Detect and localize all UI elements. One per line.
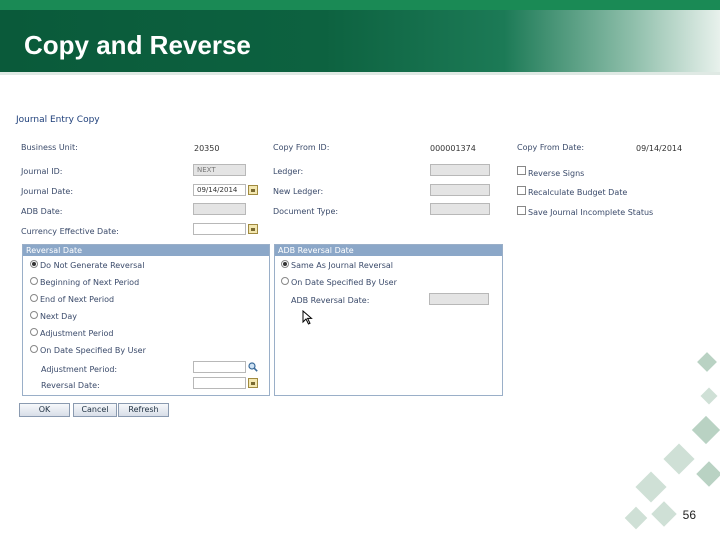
reversal-option-radio[interactable] — [30, 345, 38, 353]
decorative-diamond — [700, 387, 718, 405]
adb-date-field[interactable] — [193, 203, 246, 215]
calendar-icon[interactable] — [248, 224, 258, 234]
reverse-signs-checkbox[interactable] — [517, 166, 526, 175]
save-incomplete-label: Save Journal Incomplete Status — [528, 208, 654, 217]
adjustment-period-field[interactable] — [193, 361, 246, 373]
reversal-option-radio[interactable] — [30, 311, 38, 319]
decorative-diamond — [635, 471, 667, 503]
reversal-option-radio[interactable] — [30, 260, 38, 268]
reversal-option-label: Beginning of Next Period — [40, 278, 140, 287]
adb-reversal-option-radio[interactable] — [281, 260, 289, 268]
adb-reversal-date-field[interactable] — [429, 293, 489, 305]
form-heading: Journal Entry Copy — [16, 115, 100, 125]
reversal-option-radio[interactable] — [30, 277, 38, 285]
reversal-option-label: End of Next Period — [40, 295, 115, 304]
recalculate-budget-label: Recalculate Budget Date — [528, 188, 628, 197]
copy-from-date-label: Copy From Date: — [517, 143, 585, 152]
save-incomplete-checkbox[interactable] — [517, 206, 526, 215]
adb-reversal-date-label: ADB Reversal Date: — [291, 296, 370, 305]
business-unit-label: Business Unit: — [21, 143, 78, 152]
document-type-label: Document Type: — [273, 207, 339, 216]
decorative-diamond — [663, 443, 695, 475]
journal-date-field[interactable]: 09/14/2014 — [193, 184, 246, 196]
decorative-diamond — [624, 506, 648, 530]
currency-effective-date-label: Currency Effective Date: — [21, 227, 119, 236]
ledger-field[interactable] — [430, 164, 490, 176]
reversal-option-radio[interactable] — [30, 328, 38, 336]
page-number: 56 — [682, 508, 696, 522]
currency-effective-date-field[interactable] — [193, 223, 246, 235]
copy-from-date-value: 09/14/2014 — [636, 144, 683, 153]
reversal-option-label: Do Not Generate Reversal — [40, 261, 145, 270]
banner-top-strip — [0, 0, 720, 10]
reversal-option-label: Next Day — [40, 312, 77, 321]
recalculate-budget-checkbox[interactable] — [517, 186, 526, 195]
decorative-diamond — [691, 415, 720, 445]
reversal-option-label: Adjustment Period — [40, 329, 114, 338]
ok-button[interactable]: OK — [19, 403, 70, 417]
reversal-date-header: Reversal Date — [23, 245, 269, 256]
copy-from-id-value: 000001374 — [430, 144, 476, 153]
business-unit-value: 20350 — [194, 144, 220, 153]
document-type-field[interactable] — [430, 203, 490, 215]
lookup-icon[interactable] — [248, 362, 258, 372]
journal-id-label: Journal ID: — [21, 167, 63, 176]
calendar-icon[interactable] — [248, 185, 258, 195]
mouse-cursor-icon — [302, 310, 313, 325]
reversal-date-field[interactable] — [193, 377, 246, 389]
banner-divider — [0, 72, 720, 75]
decorative-diamond — [697, 352, 717, 372]
adb-reversal-date-header: ADB Reversal Date — [275, 245, 502, 256]
adb-date-label: ADB Date: — [21, 207, 63, 216]
journal-date-label: Journal Date: — [21, 187, 74, 196]
adjustment-period-label: Adjustment Period: — [41, 365, 118, 374]
adb-reversal-option-radio[interactable] — [281, 277, 289, 285]
ledger-label: Ledger: — [273, 167, 304, 176]
new-ledger-field[interactable] — [430, 184, 490, 196]
adb-reversal-option-label: Same As Journal Reversal — [291, 261, 393, 270]
reverse-signs-label: Reverse Signs — [528, 169, 585, 178]
refresh-button[interactable]: Refresh — [118, 403, 169, 417]
copy-from-id-label: Copy From ID: — [273, 143, 330, 152]
slide-title: Copy and Reverse — [24, 30, 251, 60]
journal-id-field[interactable]: NEXT — [193, 164, 246, 176]
decorative-diamond — [651, 501, 677, 527]
reversal-option-label: On Date Specified By User — [40, 346, 146, 355]
adb-reversal-option-label: On Date Specified By User — [291, 278, 397, 287]
new-ledger-label: New Ledger: — [273, 187, 324, 196]
reversal-date-label: Reversal Date: — [41, 381, 100, 390]
reversal-option-radio[interactable] — [30, 294, 38, 302]
decorative-diamond — [696, 461, 720, 487]
cancel-button[interactable]: Cancel — [73, 403, 117, 417]
calendar-icon[interactable] — [248, 378, 258, 388]
